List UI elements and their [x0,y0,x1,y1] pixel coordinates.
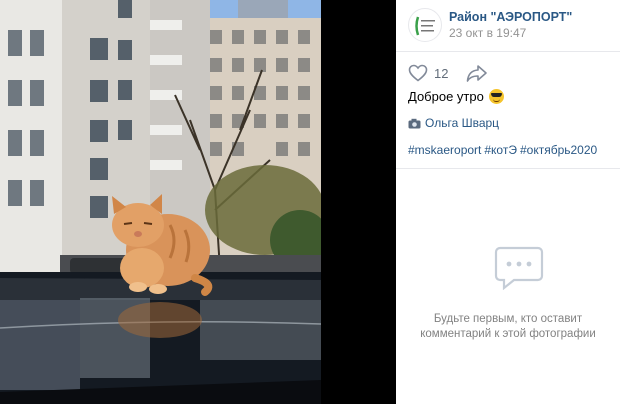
post-actions: 12 [408,62,608,84]
hashtag-link[interactable]: #октябрь2020 [520,143,597,157]
district-logo-icon[interactable] [408,8,442,42]
photo-author: Ольга Шварц [408,116,499,130]
like-button[interactable]: 12 [408,62,448,84]
share-arrow-icon [466,65,487,82]
comments-divider [396,168,620,169]
hashtags: #mskaeroport #котЭ #октябрь2020 [408,143,597,157]
group-name-link[interactable]: Район "АЭРОПОРТ" [449,10,572,24]
comments-bubble-icon [494,246,544,290]
like-count: 12 [434,65,449,81]
header-divider [396,51,620,52]
cat-photo[interactable] [0,0,321,404]
caption-text: Доброе утро [408,89,484,104]
sunglasses-emoji-icon [489,89,505,104]
hashtag-link[interactable]: #mskaeroport [408,143,481,157]
post-info-panel: Район "АЭРОПОРТ" 23 окт в 19:47 12 Добро… [396,0,620,404]
hashtag-link[interactable]: #котЭ [484,143,517,157]
camera-icon [408,118,421,128]
post-caption: Доброе утро [408,89,505,104]
photo-viewer [0,0,396,404]
post-date[interactable]: 23 окт в 19:47 [449,26,526,40]
empty-comments-text: Будьте первым, кто оставит комментарий к… [420,313,596,340]
post-header: Район "АЭРОПОРТ" 23 окт в 19:47 [408,8,618,48]
share-button[interactable] [466,63,488,83]
heart-icon [408,64,428,82]
author-link[interactable]: Ольга Шварц [425,116,499,130]
